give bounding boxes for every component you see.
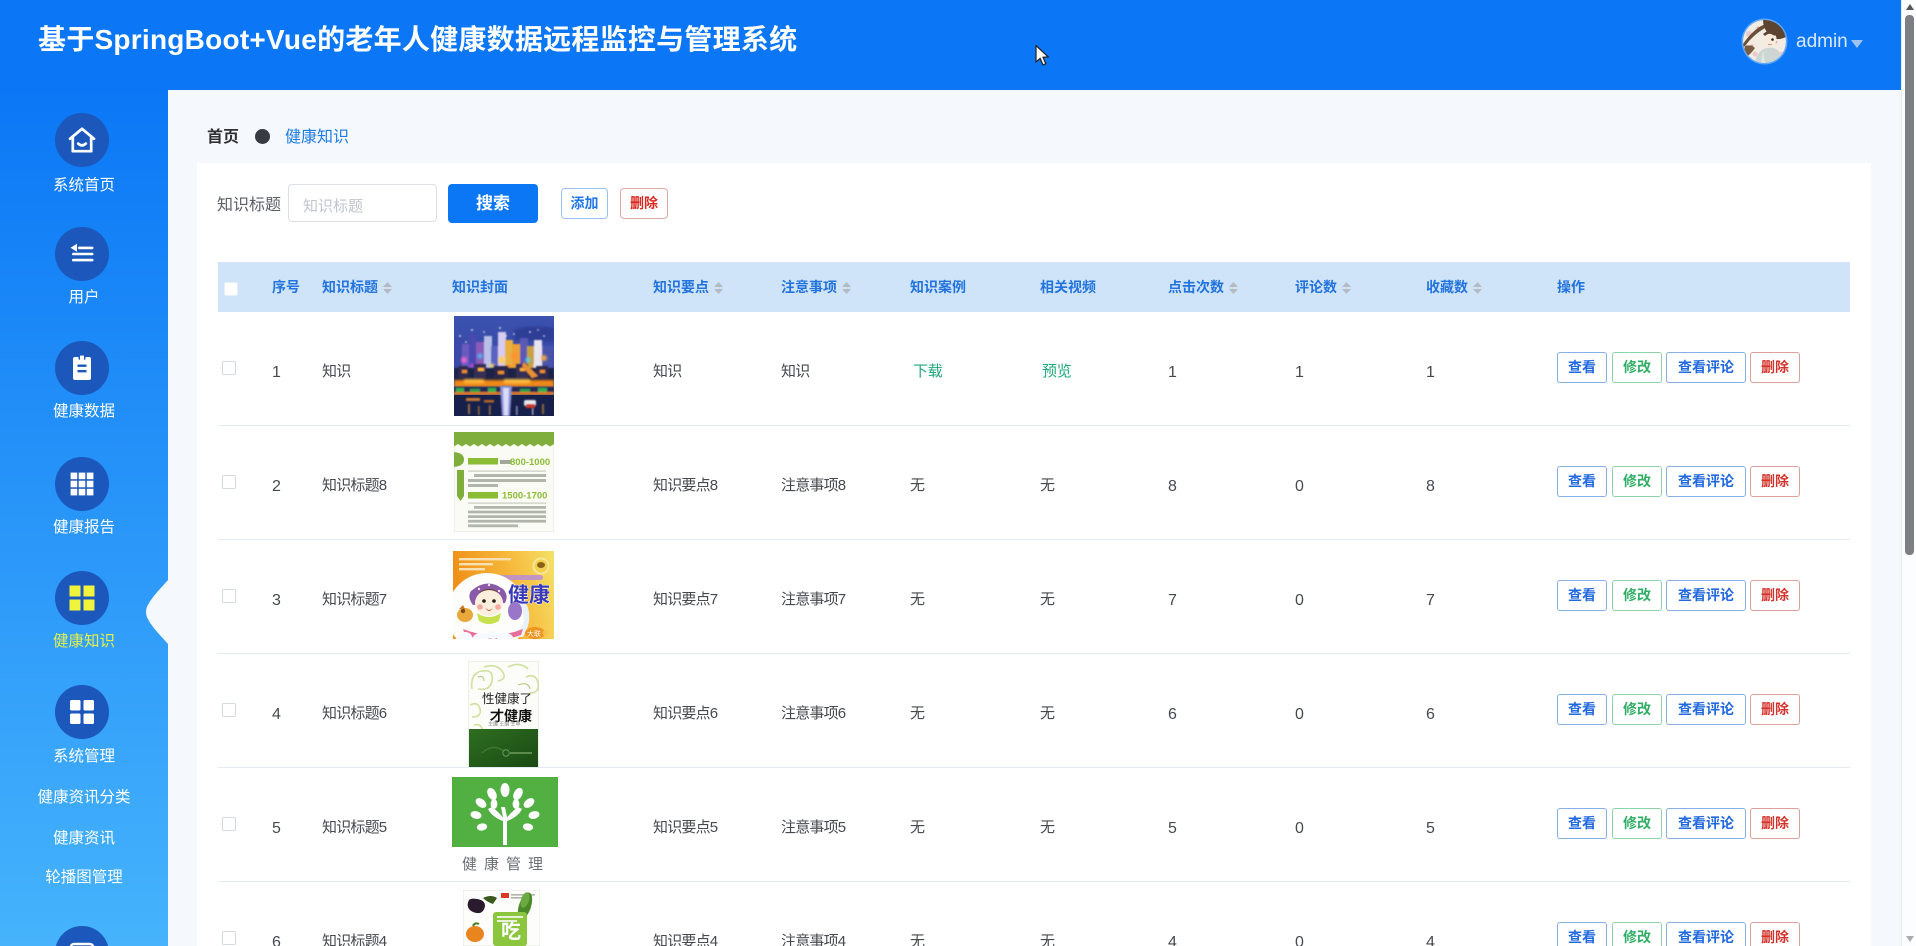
svg-text:1500-1700: 1500-1700: [502, 491, 547, 502]
svg-text:吃: 吃: [501, 915, 521, 944]
svg-text:性健康了: 性健康了: [482, 688, 532, 707]
svg-text:800-1000: 800-1000: [510, 457, 550, 468]
svg-text:健康管理: 健康管理: [462, 853, 550, 874]
svg-text:主编 王编 主审: 主编 王编 主审: [488, 721, 521, 728]
svg-text:大联: 大联: [527, 629, 541, 639]
